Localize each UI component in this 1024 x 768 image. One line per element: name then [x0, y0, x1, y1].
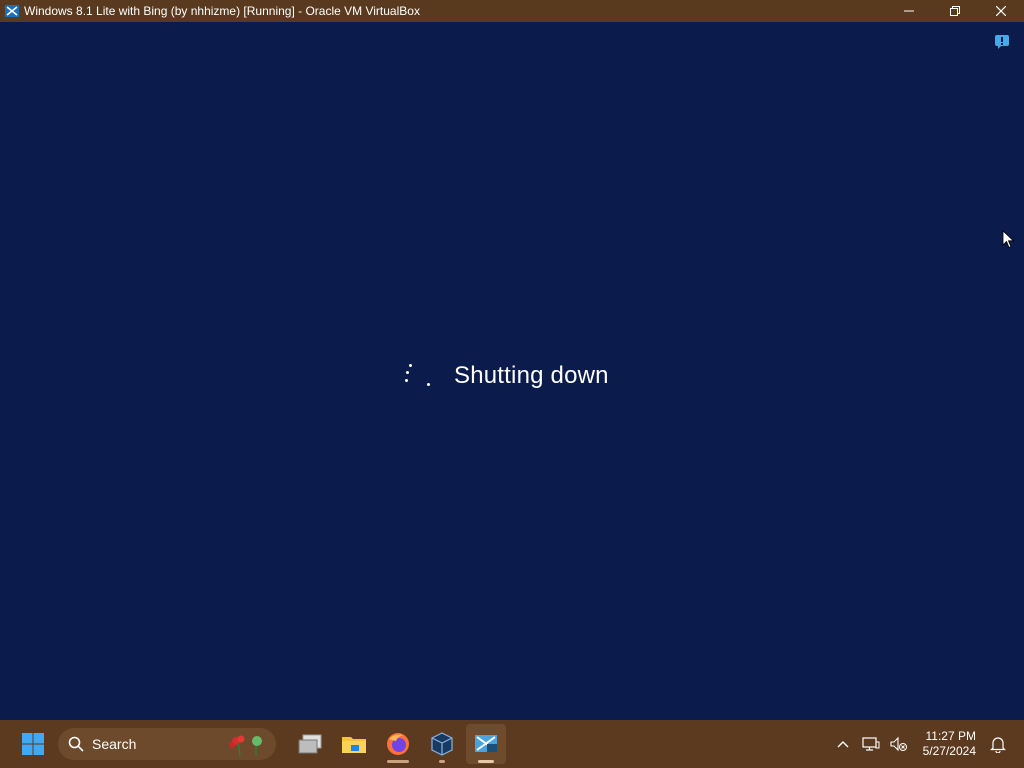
clock[interactable]: 11:27 PM 5/27/2024 — [923, 729, 976, 759]
minimize-icon — [904, 10, 914, 12]
search-box[interactable]: Search — [58, 728, 276, 760]
shutdown-status: Shutting down — [400, 356, 609, 396]
network-icon — [862, 737, 880, 751]
chevron-up-icon — [837, 741, 849, 748]
notifications-button[interactable] — [986, 732, 1010, 756]
taskbar-firefox[interactable] — [378, 724, 418, 764]
restore-button[interactable] — [932, 0, 978, 22]
show-hidden-icons-button[interactable] — [831, 732, 855, 756]
taskbar-virtualbox-manager[interactable] — [422, 724, 462, 764]
restore-icon — [950, 6, 960, 16]
volume-muted-icon — [890, 736, 907, 752]
system-tray: 11:27 PM 5/27/2024 — [829, 720, 1024, 768]
taskbar: Search 11:27 PM 5/27/2024 — [0, 720, 1024, 768]
shutdown-text: Shutting down — [454, 362, 609, 389]
mouse-cursor-icon — [1002, 230, 1015, 249]
active-indicator — [478, 760, 494, 763]
taskbar-virtualbox-vm[interactable] — [466, 724, 506, 764]
running-indicator — [387, 760, 409, 763]
window-title: Windows 8.1 Lite with Bing (by nhhizme) … — [24, 4, 420, 18]
windows-start-icon — [22, 733, 44, 755]
bell-icon — [990, 737, 1006, 753]
minimize-button[interactable] — [886, 0, 932, 22]
clock-date: 5/27/2024 — [922, 744, 976, 758]
vm-display[interactable]: Shutting down — [0, 22, 1024, 720]
volume-button[interactable] — [887, 732, 911, 756]
vm-notification-icon[interactable] — [994, 34, 1010, 50]
close-button[interactable] — [978, 0, 1024, 22]
search-placeholder: Search — [92, 736, 137, 752]
running-indicator — [439, 760, 445, 763]
search-icon — [68, 736, 84, 752]
clock-time: 11:27 PM — [925, 729, 976, 743]
taskbar-task-view[interactable] — [290, 724, 330, 764]
firefox-icon — [387, 733, 409, 755]
start-button[interactable] — [18, 729, 48, 759]
close-icon — [996, 6, 1006, 16]
virtualbox-icon — [5, 5, 19, 17]
network-button[interactable] — [859, 732, 883, 756]
search-highlight-flowers-icon — [229, 735, 262, 757]
task-view-icon — [298, 734, 322, 754]
loading-spinner — [400, 361, 434, 391]
taskbar-file-explorer[interactable] — [334, 724, 374, 764]
folder-icon — [342, 737, 366, 753]
window-titlebar[interactable]: Windows 8.1 Lite with Bing (by nhhizme) … — [0, 0, 1024, 22]
vm-window-icon — [475, 735, 497, 752]
virtualbox-icon — [431, 732, 453, 756]
